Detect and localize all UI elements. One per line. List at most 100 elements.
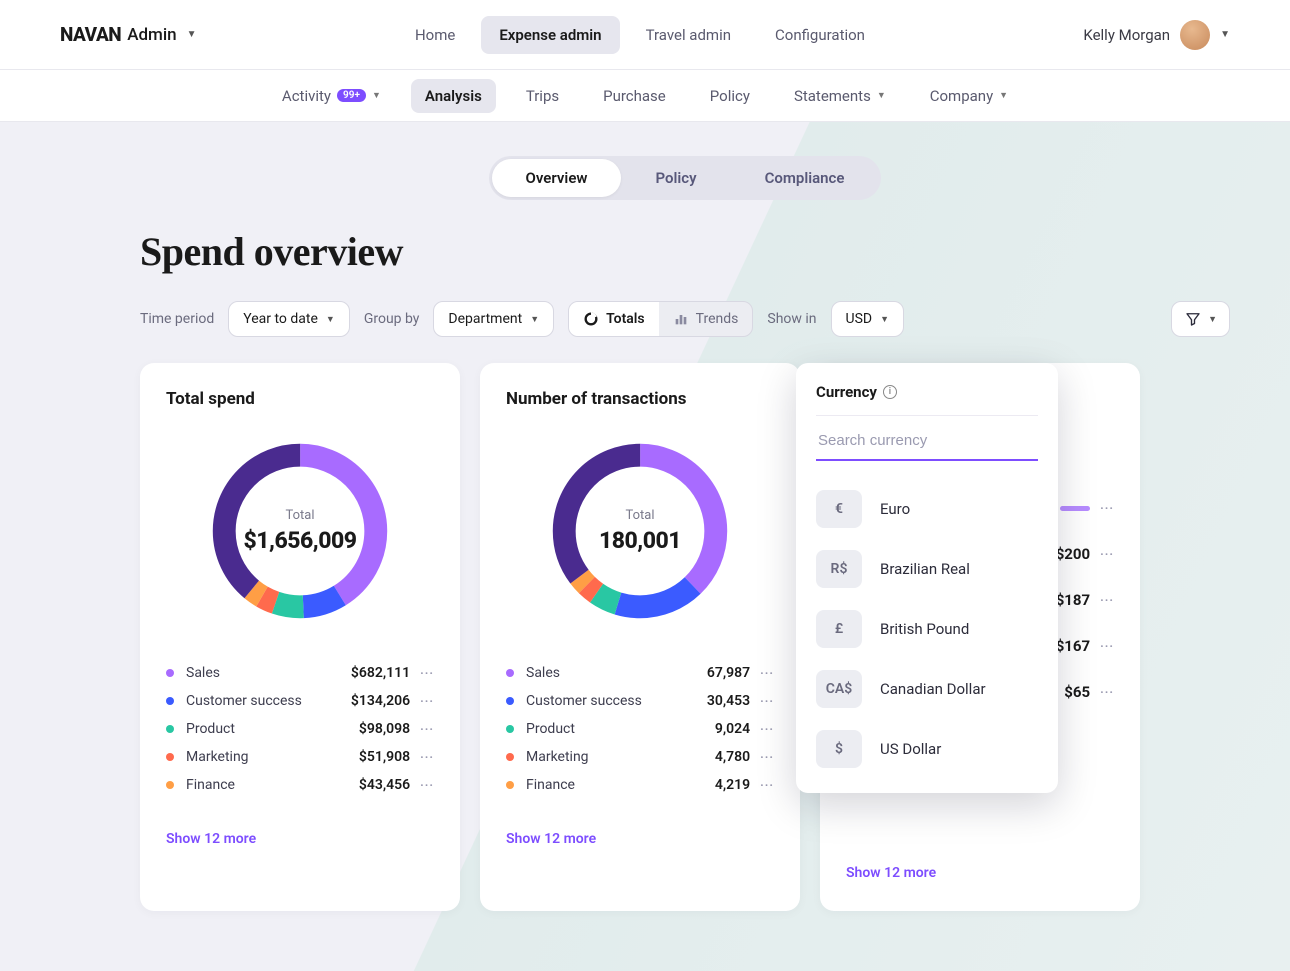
currency-option[interactable]: £British Pound <box>816 599 1038 659</box>
subnav-analysis[interactable]: Analysis <box>411 79 496 113</box>
more-icon[interactable]: ··· <box>420 750 434 764</box>
legend-name: Sales <box>526 665 707 681</box>
legend-dot <box>506 725 514 733</box>
legend-item: Marketing4,780··· <box>506 743 774 771</box>
currency-symbol: R$ <box>816 550 862 588</box>
donut-center-label: Total <box>625 508 654 523</box>
legend-name: Finance <box>526 777 715 793</box>
legend-item: Product9,024 ··· <box>506 715 774 743</box>
group-by-label: Group by <box>364 311 420 327</box>
brand-switcher[interactable]: NAVAN Admin ▼ <box>60 23 197 46</box>
time-period-value: Year to date <box>243 311 318 327</box>
legend-value: $134,206 <box>351 693 410 709</box>
subnav-company[interactable]: Company ▼ <box>916 79 1022 113</box>
funnel-icon <box>1184 310 1202 328</box>
filter-bar: Time period Year to date ▼ Group by Depa… <box>140 301 1230 337</box>
group-by-dropdown[interactable]: Department ▼ <box>433 301 554 337</box>
legend-value: $43,456 <box>359 777 410 793</box>
legend-value: 9,024 <box>715 721 750 737</box>
more-icon[interactable]: ··· <box>760 694 774 708</box>
time-period-dropdown[interactable]: Year to date ▼ <box>228 301 350 337</box>
card-title: Total spend <box>166 389 434 409</box>
segment-overview[interactable]: Overview <box>492 159 622 197</box>
donut-center-label: Total <box>285 508 314 523</box>
subnav-purchase[interactable]: Purchase <box>589 79 680 113</box>
more-icon[interactable]: ··· <box>420 722 434 736</box>
user-menu[interactable]: Kelly Morgan ▼ <box>1083 20 1230 50</box>
toggle-trends[interactable]: Trends <box>659 302 753 336</box>
time-period-label: Time period <box>140 311 214 327</box>
more-icon[interactable]: ··· <box>1100 685 1114 699</box>
donut-icon <box>583 311 599 327</box>
currency-option[interactable]: CA$Canadian Dollar <box>816 659 1038 719</box>
more-icon[interactable]: ··· <box>1100 547 1114 561</box>
subnav-trips[interactable]: Trips <box>512 79 573 113</box>
filter-button[interactable]: ▼ <box>1171 301 1230 337</box>
nav-configuration[interactable]: Configuration <box>757 16 883 54</box>
chevron-down-icon: ▼ <box>880 314 889 325</box>
metric-value: $65 <box>1064 683 1090 701</box>
chevron-down-icon: ▼ <box>1220 29 1230 40</box>
currency-symbol: CA$ <box>816 670 862 708</box>
brand-logo: NAVAN <box>60 23 121 46</box>
more-icon[interactable]: ··· <box>760 778 774 792</box>
subnav-activity-label: Activity <box>282 87 331 105</box>
segment-policy[interactable]: Policy <box>621 159 730 197</box>
top-bar: NAVAN Admin ▼ Home Expense admin Travel … <box>0 0 1290 70</box>
show-in-label: Show in <box>767 311 816 327</box>
legend-dot <box>506 697 514 705</box>
nav-expense-admin[interactable]: Expense admin <box>481 16 619 54</box>
legend-dot <box>166 725 174 733</box>
show-more-link[interactable]: Show 12 more <box>846 865 1114 881</box>
more-icon[interactable]: ··· <box>760 722 774 736</box>
currency-search-input[interactable] <box>816 424 1038 461</box>
donut-center-value: 180,001 <box>599 527 681 554</box>
legend-name: Marketing <box>186 749 359 765</box>
currency-option[interactable]: R$Brazilian Real <box>816 539 1038 599</box>
more-icon[interactable]: ··· <box>1100 639 1114 653</box>
currency-dropdown[interactable]: USD ▼ <box>831 301 905 337</box>
legend-name: Product <box>526 721 715 737</box>
popover-title: Currency <box>816 383 877 401</box>
legend-dot <box>506 753 514 761</box>
subnav-statements[interactable]: Statements ▼ <box>780 79 900 113</box>
chevron-down-icon: ▼ <box>999 90 1008 101</box>
toggle-totals-label: Totals <box>606 311 645 327</box>
card-total-spend: Total spend Total $1,656,009 Sales$682,1… <box>140 363 460 911</box>
subnav-company-label: Company <box>930 87 993 105</box>
divider <box>816 415 1038 416</box>
legend-value: $51,908 <box>359 749 410 765</box>
legend-value: $98,098 <box>359 721 410 737</box>
toggle-totals[interactable]: Totals <box>569 302 659 336</box>
currency-list: €EuroR$Brazilian Real£British PoundCA$Ca… <box>816 479 1038 779</box>
chevron-down-icon: ▼ <box>326 314 335 325</box>
currency-name: US Dollar <box>880 740 941 758</box>
legend-item: Sales$682,111··· <box>166 659 434 687</box>
nav-travel-admin[interactable]: Travel admin <box>628 16 749 54</box>
show-more-link[interactable]: Show 12 more <box>166 831 434 847</box>
legend-item: Customer success$134,206··· <box>166 687 434 715</box>
currency-symbol: $ <box>816 730 862 768</box>
legend-name: Sales <box>186 665 351 681</box>
currency-option[interactable]: €Euro <box>816 479 1038 539</box>
chevron-down-icon: ▼ <box>877 90 886 101</box>
segment-compliance[interactable]: Compliance <box>731 159 879 197</box>
totals-trends-toggle: Totals Trends <box>568 301 753 337</box>
more-icon[interactable]: ··· <box>420 778 434 792</box>
more-icon[interactable]: ··· <box>760 750 774 764</box>
currency-popover: Currency i €EuroR$Brazilian Real£British… <box>796 363 1058 793</box>
more-icon[interactable]: ··· <box>1100 501 1114 515</box>
more-icon[interactable]: ··· <box>420 666 434 680</box>
metric-value: $167 <box>1056 637 1090 655</box>
info-icon[interactable]: i <box>883 385 897 399</box>
toggle-trends-label: Trends <box>696 311 739 327</box>
currency-option[interactable]: $ US Dollar <box>816 719 1038 779</box>
subnav-activity[interactable]: Activity 99+ ▼ <box>268 79 395 113</box>
show-more-link[interactable]: Show 12 more <box>506 831 774 847</box>
more-icon[interactable]: ··· <box>1100 593 1114 607</box>
subnav-policy[interactable]: Policy <box>696 79 764 113</box>
nav-home[interactable]: Home <box>397 16 473 54</box>
more-icon[interactable]: ··· <box>420 694 434 708</box>
more-icon[interactable]: ··· <box>760 666 774 680</box>
card-metrics: Currency i €EuroR$Brazilian Real£British… <box>820 363 1140 911</box>
